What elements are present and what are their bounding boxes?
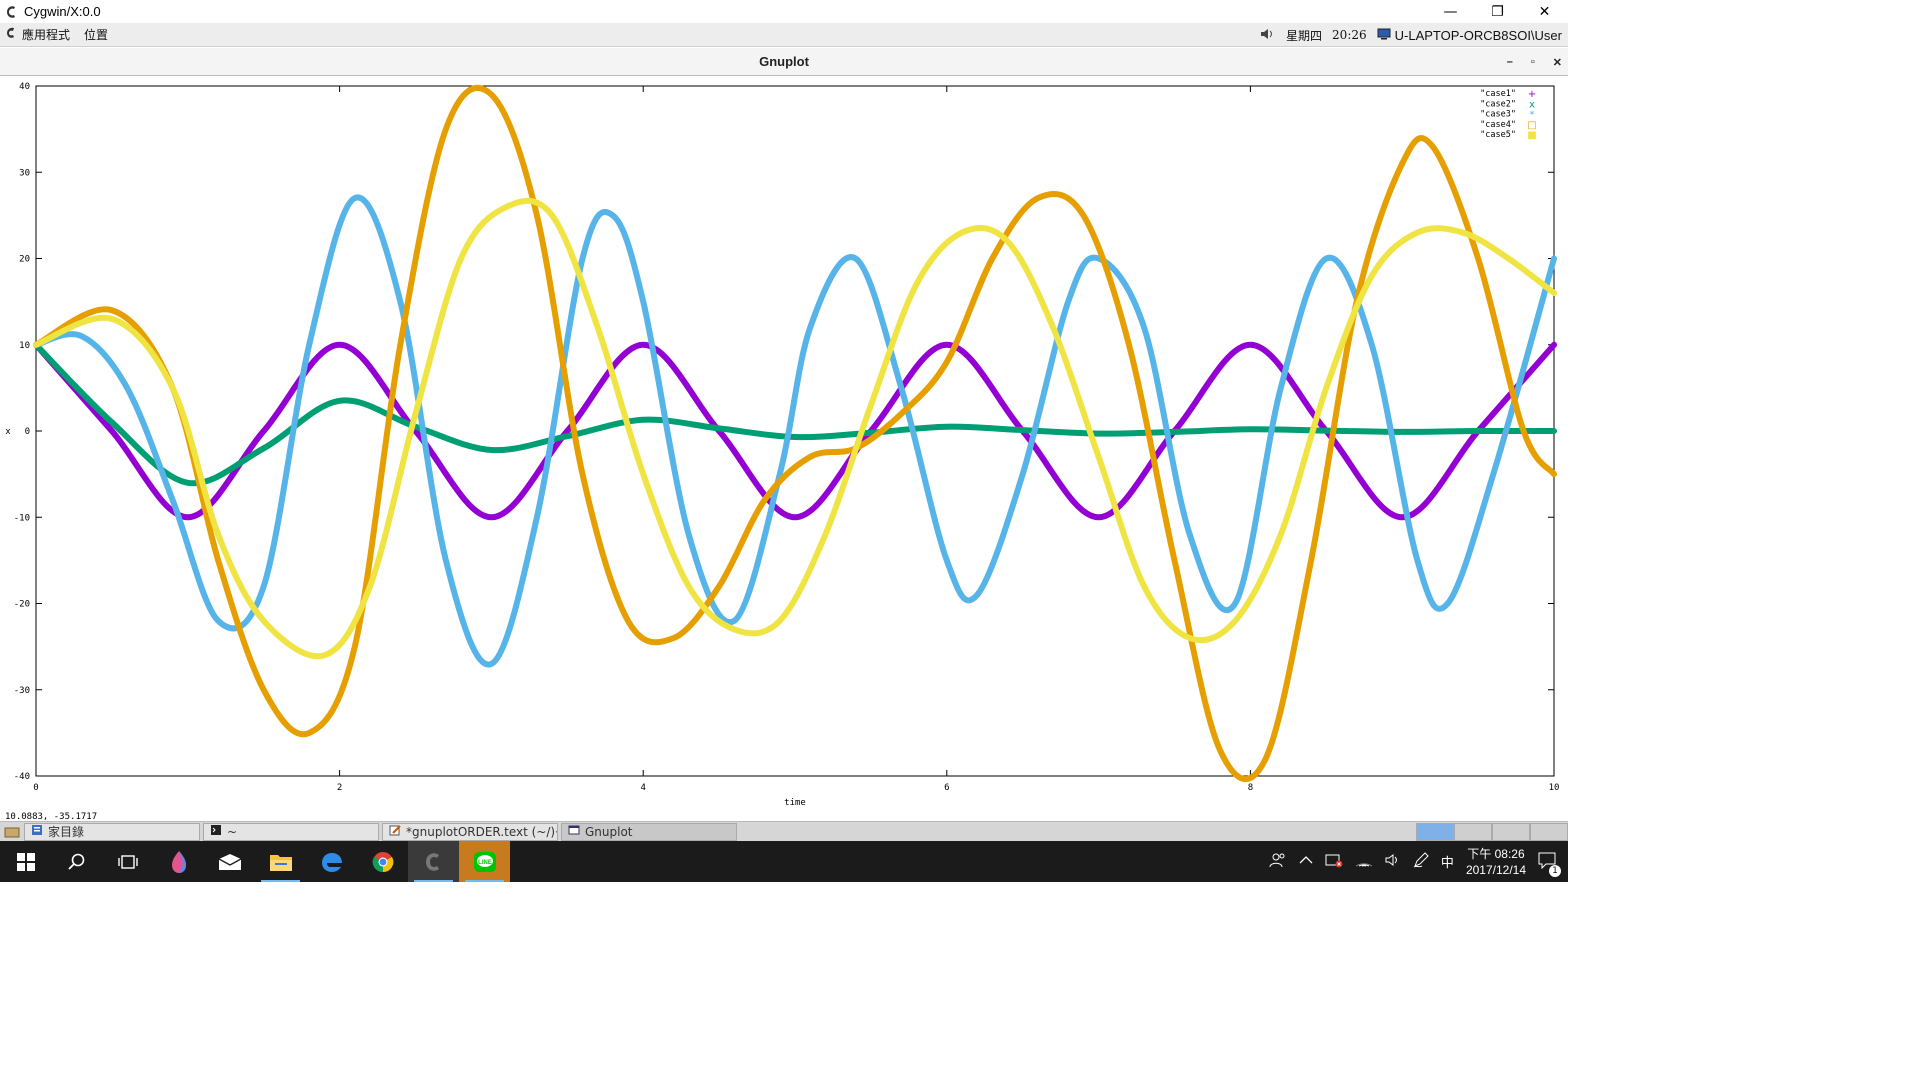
legend-label: "case3": [1480, 110, 1516, 120]
line-chart: 403020100-10-20-30-400 2 4 6 8 10timex"case1"…: [5, 82, 1560, 808]
line-chat-icon: LINE: [473, 851, 496, 872]
user-host-menu[interactable]: U-LAPTOP-ORCB8SOI\User: [1377, 28, 1562, 43]
task-view-icon: [117, 854, 138, 869]
legend-marker: ■: [1527, 130, 1536, 141]
workspace-switcher[interactable]: [1416, 823, 1568, 841]
people-icon[interactable]: [1269, 852, 1287, 872]
file-explorer-button[interactable]: [255, 841, 306, 882]
x-tick-label: 4: [640, 783, 645, 793]
x-window-list: 家目錄 ~ *gnuplotORDER.text (~/)··· Gnuplot: [0, 821, 1568, 841]
gnuplot-titlebar[interactable]: Gnuplot – ▫ ✕: [0, 48, 1568, 76]
y-axis-label: x: [5, 427, 11, 437]
x-tick-label: 2: [337, 783, 342, 793]
task-view-button[interactable]: [102, 841, 153, 882]
task-gnuplot[interactable]: Gnuplot: [561, 822, 737, 841]
paint3d-button[interactable]: [153, 841, 204, 882]
places-menu[interactable]: 位置: [84, 26, 108, 43]
legend-label: "case4": [1480, 120, 1516, 130]
task-terminal[interactable]: ~: [203, 822, 379, 841]
x-tick-label: 10: [1549, 783, 1560, 793]
window-title: Cygwin/X:0.0: [24, 4, 101, 19]
plot-canvas[interactable]: 40 30 20 10 0 -10 -20 -30 -40 0 2 4 6 8 10 time x "case1"…: [0, 77, 1568, 821]
y-tick-label: 10: [19, 341, 30, 351]
edge-icon: [321, 852, 342, 872]
x-tick-label: 8: [1248, 783, 1253, 793]
pen-workspace-icon[interactable]: [1413, 851, 1429, 872]
notification-count-badge: 1: [1549, 864, 1561, 877]
weekday-label: 星期四: [1286, 28, 1323, 43]
y-tick-label: 30: [19, 168, 30, 178]
wifi-icon[interactable]: [1355, 853, 1373, 871]
svg-text:LINE: LINE: [478, 860, 492, 866]
y-tick-label: -20: [14, 600, 30, 610]
show-desktop-icon[interactable]: [0, 823, 24, 841]
gnome-foot-icon: [6, 27, 18, 42]
window-titlebar[interactable]: Cygwin/X:0.0 — ❐ ✕: [0, 0, 1568, 23]
workspace-1[interactable]: [1416, 823, 1454, 841]
input-method-indicator[interactable]: 中: [1441, 852, 1454, 871]
task-text-editor[interactable]: *gnuplotORDER.text (~/)···: [382, 822, 558, 841]
gnuplot-maximize-button[interactable]: ▫: [1531, 56, 1535, 68]
panel-clock[interactable]: 20:26: [1332, 28, 1367, 42]
legend-label: "case2": [1480, 99, 1516, 109]
top-panel: 應用程式 位置 星期四 20:26 U-LAPTOP-ORCB8SOI\User: [0, 23, 1568, 47]
system-tray: 中 下午 08:26 2017/12/14 1: [1269, 841, 1568, 882]
cygwin-icon: [4, 4, 20, 20]
cygwin-x-icon: [425, 852, 439, 871]
gnuplot-minimize-button[interactable]: –: [1507, 56, 1513, 68]
cygwin-x-button[interactable]: [408, 841, 459, 882]
search-button[interactable]: [51, 841, 102, 882]
workspace-3[interactable]: [1492, 823, 1530, 841]
taskbar-clock[interactable]: 下午 08:26 2017/12/14: [1466, 846, 1526, 878]
gnuplot-title: Gnuplot: [759, 54, 809, 69]
terminal-icon: [210, 824, 222, 839]
file-manager-icon: [31, 824, 43, 839]
y-tick-label: -40: [14, 772, 30, 782]
speaker-icon[interactable]: [1385, 853, 1401, 871]
line-button[interactable]: LINE: [459, 841, 510, 882]
show-hidden-icons-chevron-icon[interactable]: [1299, 854, 1313, 869]
folder-icon: [269, 854, 292, 871]
y-tick-label: 20: [19, 255, 30, 265]
y-tick-label: -10: [14, 513, 30, 523]
computer-icon: [1377, 28, 1391, 43]
network-error-icon[interactable]: [1325, 852, 1343, 872]
start-button[interactable]: [0, 841, 51, 882]
workspace-2[interactable]: [1454, 823, 1492, 841]
x-axis-label: time: [784, 798, 806, 808]
minimize-button[interactable]: —: [1427, 0, 1474, 23]
chrome-icon: [372, 851, 393, 872]
y-tick-label: -30: [14, 686, 30, 696]
paint-drop-icon: [171, 850, 186, 873]
restore-button[interactable]: ❐: [1474, 0, 1521, 23]
x-tick-label: 6: [944, 783, 949, 793]
workspace-4[interactable]: [1530, 823, 1568, 841]
legend-label: "case5": [1480, 130, 1516, 140]
x-tick-label: 0: [33, 783, 38, 793]
applications-menu[interactable]: 應用程式: [6, 26, 70, 43]
window-icon: [568, 824, 580, 839]
legend-label: "case1": [1480, 89, 1516, 99]
task-home-folder[interactable]: 家目錄: [24, 822, 200, 841]
action-center-button[interactable]: 1: [1538, 851, 1561, 877]
gnuplot-close-button[interactable]: ✕: [1553, 56, 1562, 69]
volume-icon[interactable]: [1260, 28, 1276, 43]
text-editor-icon: [389, 824, 401, 839]
mail-button[interactable]: [204, 841, 255, 882]
windows-logo-icon: [16, 852, 35, 871]
y-tick-label: 40: [19, 82, 30, 92]
search-icon: [67, 853, 84, 870]
chrome-button[interactable]: [357, 841, 408, 882]
mail-icon: [218, 853, 241, 870]
close-button[interactable]: ✕: [1521, 0, 1568, 23]
edge-button[interactable]: [306, 841, 357, 882]
windows-taskbar: LINE 中 下午 08:26 2017/12/14 1: [0, 841, 1568, 882]
y-tick-label: 0: [25, 427, 30, 437]
